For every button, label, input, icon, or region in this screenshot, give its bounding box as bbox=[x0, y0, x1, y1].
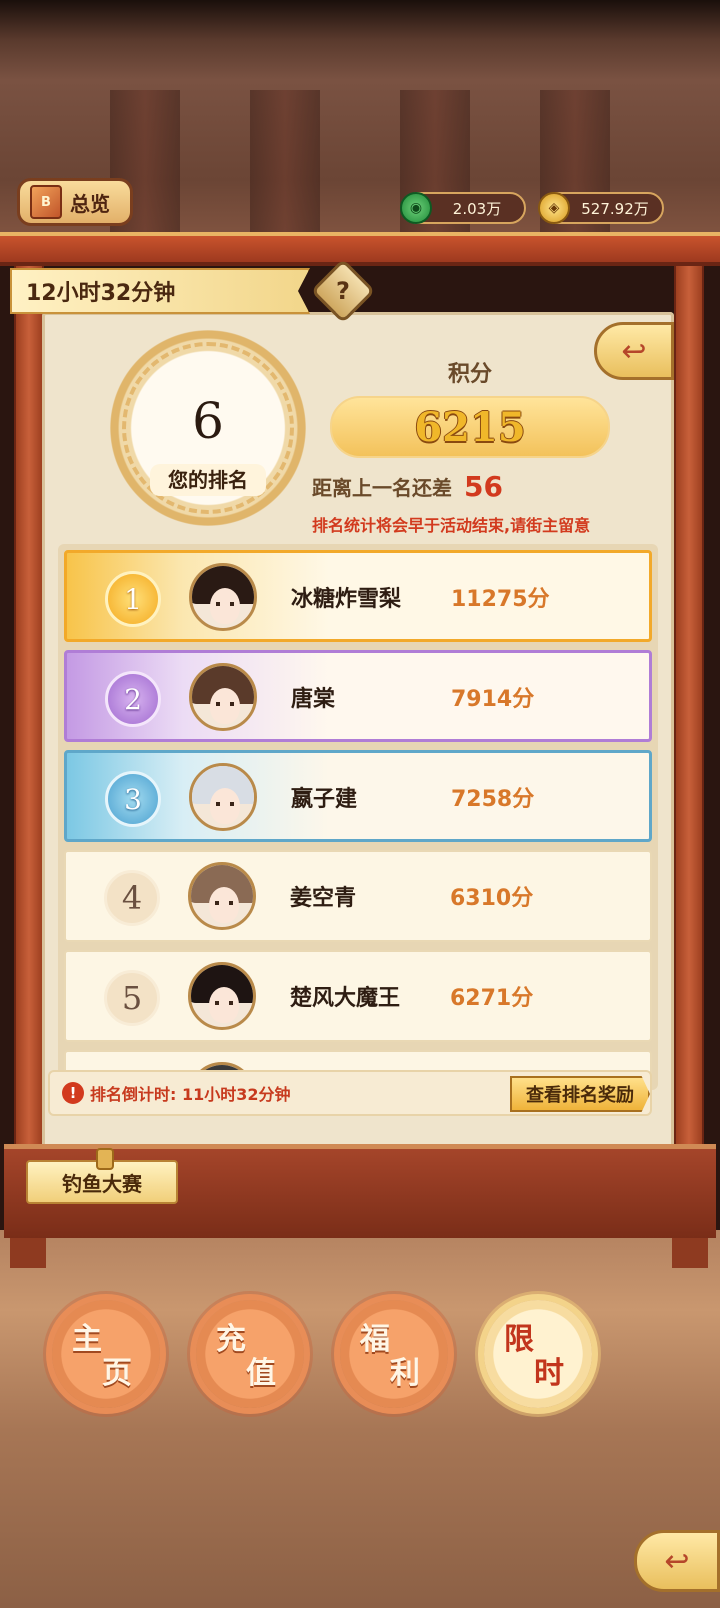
background-pillar bbox=[540, 90, 610, 250]
rank-badge: 1 bbox=[105, 571, 161, 627]
overview-button[interactable]: B 总览 bbox=[17, 178, 133, 226]
rank-badge: 5 bbox=[104, 970, 160, 1026]
rank-badge: 2 bbox=[105, 671, 161, 727]
nav-label-char: 限 bbox=[504, 1322, 534, 1357]
avatar-eyes bbox=[216, 702, 234, 706]
warning-icon: ! bbox=[62, 1082, 84, 1104]
ranking-countdown-text: 排名倒计时: 11小时32分钟 bbox=[90, 1085, 291, 1104]
nav-label-char: 时 bbox=[534, 1356, 564, 1391]
avatar-face bbox=[209, 987, 239, 1023]
event-timer-banner: 12小时32分钟 bbox=[10, 268, 310, 314]
avatar-eyes bbox=[215, 901, 233, 905]
avatar-face bbox=[210, 688, 240, 724]
player-score: 6271分 bbox=[450, 986, 534, 1011]
gap-value: 56 bbox=[464, 470, 503, 503]
my-rank-number: 6 bbox=[192, 392, 224, 450]
leaderboard-row[interactable]: 1 冰糖炸雪梨 11275分 bbox=[64, 550, 652, 642]
nav-label-char: 值 bbox=[246, 1356, 276, 1391]
nav-label-char: 福 bbox=[360, 1322, 390, 1357]
avatar[interactable] bbox=[189, 663, 257, 731]
nav-recharge-button[interactable]: 充 值 bbox=[196, 1300, 304, 1408]
avatar-face bbox=[209, 887, 239, 923]
avatar-face bbox=[210, 788, 240, 824]
base-leg bbox=[672, 1238, 708, 1268]
avatar-eyes bbox=[216, 602, 234, 606]
question-icon: ? bbox=[336, 277, 350, 305]
leaderboard-row[interactable]: 2 唐棠 7914分 bbox=[64, 650, 652, 742]
event-name-tag: 钓鱼大赛 bbox=[26, 1148, 178, 1204]
background-pillar bbox=[250, 90, 320, 250]
nav-label-char: 利 bbox=[390, 1356, 420, 1391]
player-score: 7258分 bbox=[451, 787, 535, 812]
avatar[interactable] bbox=[188, 962, 256, 1030]
close-button[interactable]: ↩ bbox=[634, 1530, 720, 1592]
leaderboard-row[interactable]: 4 姜空青 6310分 bbox=[64, 850, 652, 942]
my-rank-medallion: 6 您的排名 bbox=[110, 330, 306, 526]
event-timer-text: 12小时32分钟 bbox=[26, 281, 176, 306]
player-score: 7914分 bbox=[451, 687, 535, 712]
my-score: 6215 bbox=[330, 396, 610, 458]
background-pillar bbox=[400, 90, 470, 250]
left-pillar bbox=[14, 266, 44, 1146]
jade-coin-icon: ◉ bbox=[400, 192, 432, 224]
leaderboard-row[interactable]: 3 嬴子建 7258分 bbox=[64, 750, 652, 842]
nav-label-char: 主 bbox=[72, 1322, 102, 1357]
nav-welfare-button[interactable]: 福 利 bbox=[340, 1300, 448, 1408]
book-icon: B bbox=[30, 185, 62, 219]
player-name: 冰糖炸雪梨 bbox=[291, 587, 402, 612]
player-score: 6310分 bbox=[450, 886, 534, 911]
gap-to-next: 距离上一名还差 56 bbox=[312, 470, 503, 503]
leaderboard-list[interactable]: 1 冰糖炸雪梨 11275分 2 唐棠 7914分 3 嬴子建 7258分 4 bbox=[58, 544, 658, 1090]
player-score: 11275分 bbox=[451, 587, 550, 612]
roof-eave bbox=[0, 232, 720, 266]
avatar-eyes bbox=[215, 1001, 233, 1005]
player-name: 嬴子建 bbox=[291, 787, 358, 812]
currency-copper-value: 527.92万 bbox=[581, 199, 649, 218]
copper-coin-icon: ◈ bbox=[538, 192, 570, 224]
currency-jade[interactable]: ◉ 2.03万 bbox=[400, 192, 526, 224]
currency-copper[interactable]: ◈ 527.92万 bbox=[538, 192, 664, 224]
avatar[interactable] bbox=[189, 763, 257, 831]
leaderboard-row[interactable]: 5 楚风大魔王 6271分 bbox=[64, 950, 652, 1042]
right-pillar bbox=[674, 266, 704, 1146]
rank-badge: 4 bbox=[104, 870, 160, 926]
avatar-eyes bbox=[216, 802, 234, 806]
nav-label-char: 充 bbox=[216, 1322, 246, 1357]
avatar[interactable] bbox=[189, 563, 257, 631]
view-rewards-label: 查看排名奖励 bbox=[526, 1085, 634, 1106]
back-arrow-icon: ↩ bbox=[621, 333, 647, 369]
nav-home-button[interactable]: 主 页 bbox=[52, 1300, 160, 1408]
player-name: 楚风大魔王 bbox=[290, 986, 401, 1011]
avatar[interactable] bbox=[188, 862, 256, 930]
courtyard-background bbox=[0, 1230, 720, 1608]
nav-label-char: 页 bbox=[102, 1356, 132, 1391]
nav-limited-button[interactable]: 限 时 bbox=[484, 1300, 592, 1408]
avatar-face bbox=[210, 588, 240, 624]
back-arrow-icon: ↩ bbox=[664, 1543, 690, 1579]
player-name: 姜空青 bbox=[290, 886, 357, 911]
view-rewards-button[interactable]: 查看排名奖励 bbox=[510, 1076, 650, 1112]
overview-label: 总览 bbox=[70, 191, 110, 216]
score-title: 积分 bbox=[447, 362, 492, 387]
rank-badge: 3 bbox=[105, 771, 161, 827]
currency-jade-value: 2.03万 bbox=[452, 199, 502, 218]
gap-label: 距离上一名还差 bbox=[312, 476, 452, 500]
ranking-notice: 排名统计将会早于活动结束,请街主留意 bbox=[312, 516, 591, 535]
base-leg bbox=[10, 1238, 46, 1268]
background-pillar bbox=[110, 90, 180, 250]
event-name: 钓鱼大赛 bbox=[62, 1171, 142, 1196]
my-rank-label: 您的排名 bbox=[150, 464, 266, 496]
player-name: 唐棠 bbox=[291, 687, 336, 712]
my-score-value: 6215 bbox=[414, 403, 526, 451]
back-button[interactable]: ↩ bbox=[594, 322, 674, 380]
